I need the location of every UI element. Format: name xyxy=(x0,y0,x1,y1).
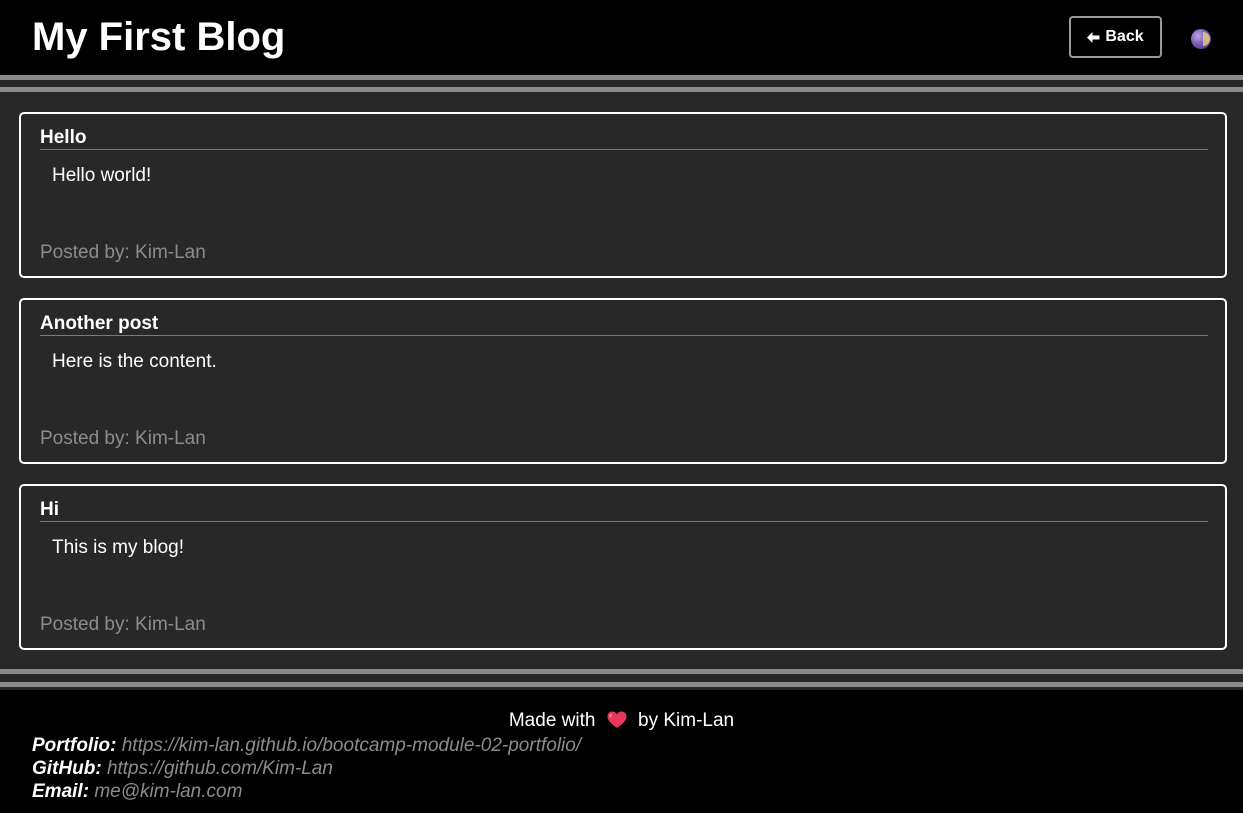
back-button[interactable]: Back xyxy=(1069,16,1162,58)
post-card[interactable]: Hello Hello world! Posted by: Kim-Lan xyxy=(19,112,1227,278)
post-card[interactable]: Hi This is my blog! Posted by: Kim-Lan xyxy=(19,484,1227,650)
post-author: Posted by: Kim-Lan xyxy=(40,614,206,635)
header-divider-top xyxy=(0,75,1243,80)
heart-icon xyxy=(607,711,627,735)
arrow-left-icon xyxy=(1087,31,1100,43)
email-line: Email: me@kim-lan.com xyxy=(32,781,242,803)
github-link[interactable]: https://github.com/Kim-Lan xyxy=(107,758,333,779)
post-content: This is my blog! xyxy=(52,537,184,558)
footer-divider-bottom xyxy=(0,682,1243,687)
header-divider-bottom xyxy=(0,87,1243,92)
email-link[interactable]: me@kim-lan.com xyxy=(94,781,242,802)
site-footer: Made with by Kim-Lan Portfolio: https://… xyxy=(0,690,1243,813)
post-card[interactable]: Another post Here is the content. Posted… xyxy=(19,298,1227,464)
portfolio-label: Portfolio: xyxy=(32,735,117,756)
github-line: GitHub: https://github.com/Kim-Lan xyxy=(32,758,333,780)
theme-toggle-icon[interactable] xyxy=(1191,29,1211,49)
post-title: Hello xyxy=(40,127,1208,150)
portfolio-link[interactable]: https://kim-lan.github.io/bootcamp-modul… xyxy=(122,735,581,756)
site-title: My First Blog xyxy=(32,15,286,59)
post-title: Another post xyxy=(40,313,1208,336)
post-content: Hello world! xyxy=(52,165,152,186)
made-with-line: Made with by Kim-Lan xyxy=(0,710,1243,735)
post-author: Posted by: Kim-Lan xyxy=(40,428,206,449)
back-button-label: Back xyxy=(1105,28,1144,45)
site-header: My First Blog Back xyxy=(0,0,1243,75)
github-label: GitHub: xyxy=(32,758,102,779)
post-title: Hi xyxy=(40,499,1208,522)
footer-divider-top xyxy=(0,669,1243,674)
post-author: Posted by: Kim-Lan xyxy=(40,242,206,263)
made-with-prefix: Made with xyxy=(508,710,596,731)
portfolio-line: Portfolio: https://kim-lan.github.io/boo… xyxy=(32,735,581,757)
email-label: Email: xyxy=(32,781,90,802)
post-content: Here is the content. xyxy=(52,351,217,372)
made-with-suffix: by Kim-Lan xyxy=(638,710,735,731)
